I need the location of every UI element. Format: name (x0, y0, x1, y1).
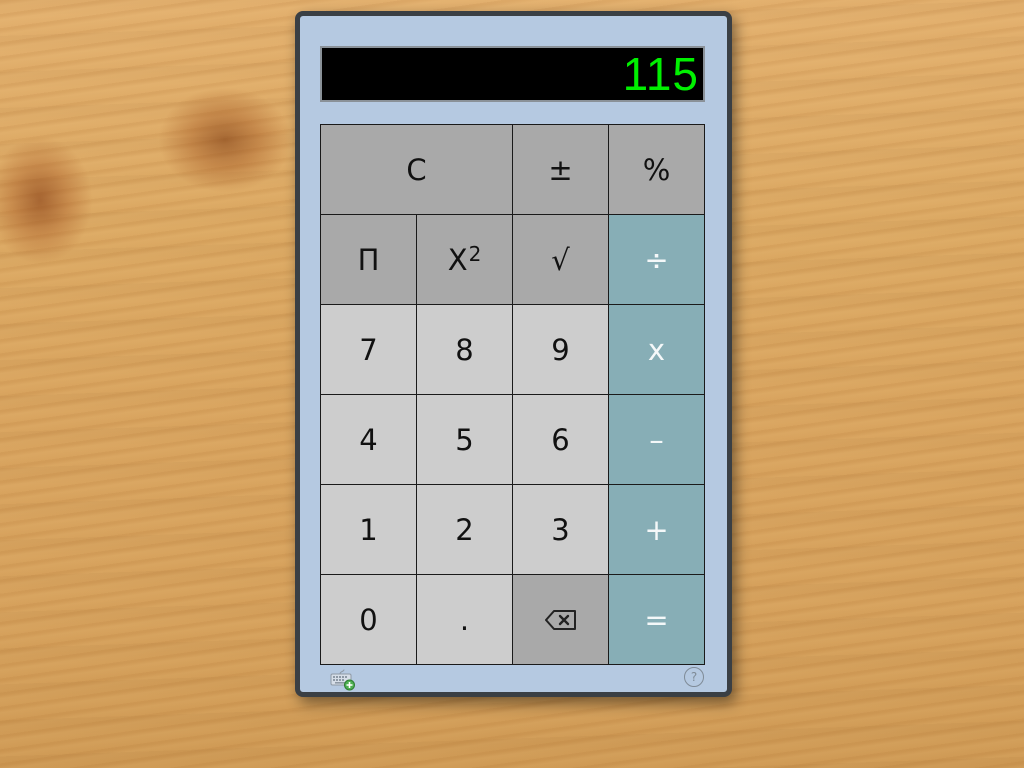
digit-6-button[interactable]: 6 (513, 395, 609, 485)
minus-button[interactable]: – (609, 395, 705, 485)
percent-button[interactable]: % (609, 125, 705, 215)
multiply-button[interactable]: x (609, 305, 705, 395)
digit-9-button[interactable]: 9 (513, 305, 609, 395)
digit-4-button[interactable]: 4 (321, 395, 417, 485)
digit-1-button[interactable]: 1 (321, 485, 417, 575)
help-button[interactable]: ? (684, 667, 704, 687)
digit-7-button[interactable]: 7 (321, 305, 417, 395)
keyboard-add-icon[interactable] (330, 669, 356, 691)
digit-3-button[interactable]: 3 (513, 485, 609, 575)
digit-8-button[interactable]: 8 (417, 305, 513, 395)
square-base: X (447, 242, 468, 277)
equals-button[interactable]: = (609, 575, 705, 665)
plus-minus-button[interactable]: ± (513, 125, 609, 215)
display: 115 (320, 46, 705, 102)
digit-2-button[interactable]: 2 (417, 485, 513, 575)
display-value: 115 (622, 48, 699, 100)
backspace-button[interactable] (513, 575, 609, 665)
divide-button[interactable]: ÷ (609, 215, 705, 305)
sqrt-button[interactable]: √ (513, 215, 609, 305)
calculator-gadget: 115 C ± % Π X2 √ ÷ 7 8 9 x 4 5 6 – 1 2 3… (295, 11, 732, 697)
clear-button[interactable]: C (321, 125, 513, 215)
backspace-icon (544, 609, 576, 630)
pi-button[interactable]: Π (321, 215, 417, 305)
square-exponent: 2 (468, 241, 482, 266)
digit-0-button[interactable]: 0 (321, 575, 417, 665)
plus-button[interactable]: + (609, 485, 705, 575)
square-button[interactable]: X2 (417, 215, 513, 305)
keypad: C ± % Π X2 √ ÷ 7 8 9 x 4 5 6 – 1 2 3 + 0… (320, 124, 705, 665)
decimal-button[interactable]: . (417, 575, 513, 665)
digit-5-button[interactable]: 5 (417, 395, 513, 485)
